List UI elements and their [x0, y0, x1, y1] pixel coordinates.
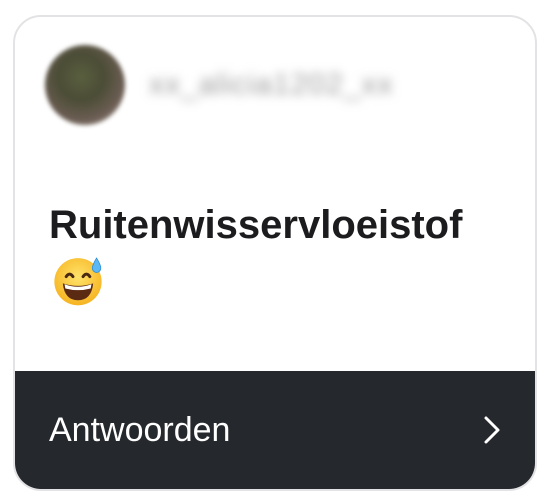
- sender-header: xx_alicia1202_xx: [45, 43, 393, 127]
- reply-label: Antwoorden: [49, 410, 231, 449]
- grinning-face-with-sweat-icon: [54, 257, 102, 306]
- message-text: Ruitenwisservloeistof: [49, 203, 463, 247]
- message-card: xx_alicia1202_xx Ruitenwisservloeistof A…: [13, 15, 537, 491]
- reply-button[interactable]: Antwoorden: [15, 371, 535, 489]
- avatar[interactable]: [45, 45, 125, 125]
- username: xx_alicia1202_xx: [149, 68, 394, 101]
- chevron-right-icon: [484, 416, 500, 444]
